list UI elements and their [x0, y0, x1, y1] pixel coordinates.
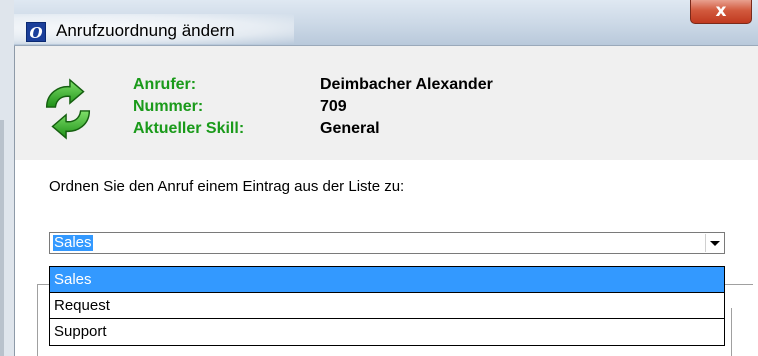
dropdown-option-support[interactable]: Support [50, 319, 724, 344]
dropdown-option-request[interactable]: Request [50, 293, 724, 318]
background-window-edge [0, 0, 14, 356]
refresh-arrows-icon [45, 78, 91, 140]
call-info-panel: Anrufer: Nummer: Aktueller Skill: Deimba… [15, 46, 758, 160]
info-values: Deimbacher Alexander 709 General [320, 74, 493, 140]
skill-combobox[interactable]: Sales [49, 232, 725, 254]
skill-value: General [320, 120, 380, 137]
combobox-dropdown-list: Sales Request Support [49, 266, 725, 346]
app-icon: O [26, 22, 46, 42]
number-label: Nummer: [133, 98, 204, 115]
skill-label: Aktueller Skill: [133, 120, 245, 137]
group-frame-right [731, 308, 732, 356]
caller-value: Deimbacher Alexander [320, 76, 493, 93]
dialog-body: Anrufer: Nummer: Aktueller Skill: Deimba… [14, 46, 758, 356]
combobox-selected-value: Sales [53, 234, 93, 251]
caller-label: Anrufer: [133, 76, 197, 93]
dropdown-option-sales[interactable]: Sales [50, 267, 724, 292]
title-bar[interactable]: O Anrufzuordnung ändern x [14, 0, 758, 46]
number-value: 709 [320, 98, 347, 115]
chevron-down-icon[interactable] [705, 234, 723, 252]
close-icon: x [715, 1, 727, 21]
instruction-text: Ordnen Sie den Anruf einem Eintrag aus d… [49, 178, 405, 195]
background-scrollbar [0, 120, 4, 356]
window-title: Anrufzuordnung ändern [56, 21, 235, 40]
close-button[interactable]: x [690, 0, 752, 24]
dialog-window: O Anrufzuordnung ändern x Anrufer: Numme… [14, 0, 758, 356]
group-frame-left [37, 284, 38, 356]
info-labels: Anrufer: Nummer: Aktueller Skill: [133, 74, 244, 140]
